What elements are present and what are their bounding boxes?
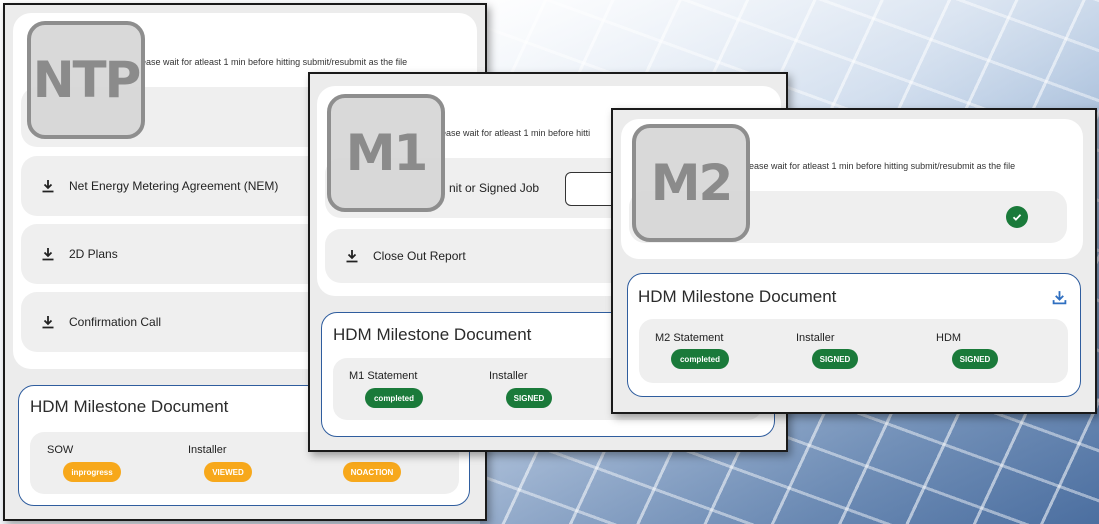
download-icon[interactable]: [345, 249, 359, 263]
upload-notice: ease wait for atleast 1 min before hitti: [441, 128, 591, 138]
milestone-status-panel: M2 Statement completed Installer SIGNED …: [639, 319, 1068, 383]
milestone-item-label: SOW: [47, 444, 74, 456]
upload-notice: ease wait for atleast 1 min before hitti…: [749, 161, 1016, 171]
status-badge: completed: [365, 388, 423, 408]
milestone-title: HDM Milestone Document: [30, 397, 229, 416]
document-label: 2D Plans: [69, 247, 118, 261]
milestone-item-label: M1 Statement: [349, 370, 418, 382]
milestone-title: HDM Milestone Document: [333, 325, 532, 344]
m2-milestone-card: HDM Milestone Document M2 Statement comp…: [627, 273, 1081, 397]
milestone-item-label: Installer: [796, 332, 835, 344]
status-badge: completed: [671, 349, 729, 369]
m1-stage-badge: M1: [327, 94, 445, 212]
document-label: Net Energy Metering Agreement (NEM): [69, 179, 279, 193]
download-icon[interactable]: [1052, 290, 1067, 305]
milestone-item-label: HDM: [936, 332, 962, 344]
milestone-title: HDM Milestone Document: [638, 287, 837, 306]
milestone-item-label: Installer: [489, 370, 528, 382]
check-icon: [1006, 206, 1028, 228]
document-label: Close Out Report: [373, 249, 466, 263]
download-icon[interactable]: [41, 315, 55, 329]
status-badge: VIEWED: [204, 462, 252, 482]
ntp-stage-badge: NTP: [27, 21, 145, 139]
download-icon[interactable]: [41, 179, 55, 193]
download-icon[interactable]: [41, 247, 55, 261]
upload-notice: ease wait for atleast 1 min before hitti…: [141, 57, 408, 67]
status-badge: SIGNED: [812, 349, 858, 369]
document-label: nit or Signed Job: [449, 181, 540, 195]
m2-stage-badge: M2: [632, 124, 750, 242]
status-badge: SIGNED: [506, 388, 552, 408]
status-badge: NOACTION: [343, 462, 401, 482]
status-badge: inprogress: [63, 462, 121, 482]
document-label: Confirmation Call: [69, 315, 162, 329]
milestone-item-label: Installer: [188, 444, 227, 456]
milestone-item-label: M2 Statement: [655, 332, 724, 344]
status-badge: SIGNED: [952, 349, 998, 369]
